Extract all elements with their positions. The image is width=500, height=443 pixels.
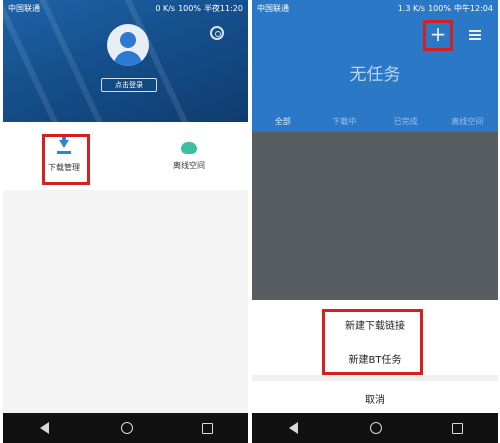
back-button[interactable]	[287, 421, 301, 435]
recent-apps-button[interactable]	[202, 422, 214, 434]
tab-offline-space[interactable]: 离线空间	[437, 112, 499, 132]
cancel-option[interactable]: 取消	[252, 391, 498, 406]
carrier-label: 中国联通	[8, 3, 40, 13]
carrier-label: 中国联通	[257, 3, 289, 13]
tab-completed[interactable]: 已完成	[375, 112, 437, 132]
back-icon	[40, 422, 50, 434]
left-screen: 中国联通 0 K/s 100% 半夜11:20 点击登录 下载管理 离线空间	[3, 0, 248, 443]
highlight-box	[42, 134, 90, 185]
avatar-body	[114, 51, 142, 66]
offline-space-item[interactable]: 离线空间	[139, 122, 239, 190]
status-bar: 中国联通 0 K/s 100% 半夜11:20	[3, 0, 248, 16]
task-tabs: 全部 下载中 已完成 离线空间	[252, 112, 498, 132]
network-speed: 0 K/s	[155, 3, 176, 13]
navigation-bar	[252, 413, 498, 443]
avatar-head	[120, 32, 136, 48]
feature-menu: 下载管理 离线空间	[3, 122, 248, 190]
recent-apps-button[interactable]	[452, 422, 464, 434]
tab-downloading[interactable]: 下载中	[314, 112, 376, 132]
settings-icon[interactable]	[210, 26, 224, 40]
network-speed: 1.3 K/s	[397, 3, 426, 13]
clock: 中午12:04	[453, 3, 493, 13]
login-button[interactable]: 点击登录	[101, 78, 157, 92]
navigation-bar	[3, 413, 248, 443]
right-screen: 中国联通 1.3 K/s 100% 中午12:04 + 无任务 全部 下载中 已…	[252, 0, 498, 443]
back-icon	[289, 422, 299, 434]
empty-state-title: 无任务	[349, 65, 401, 85]
home-button[interactable]	[120, 422, 133, 434]
status-bar: 中国联通 1.3 K/s 100% 中午12:04	[252, 0, 498, 16]
sheet-divider	[252, 375, 498, 381]
battery-level: 100%	[178, 3, 201, 13]
battery-level: 100%	[428, 3, 451, 13]
back-button[interactable]	[38, 421, 52, 435]
offline-space-label: 离线空间	[173, 160, 205, 170]
clock: 半夜11:20	[203, 3, 243, 13]
dim-overlay[interactable]	[252, 132, 498, 300]
highlight-box	[423, 20, 453, 51]
tab-all[interactable]: 全部	[252, 112, 314, 132]
avatar[interactable]	[107, 24, 149, 66]
cloud-icon	[181, 141, 197, 154]
list-icon[interactable]	[469, 30, 481, 40]
highlight-box	[322, 309, 423, 375]
home-button[interactable]	[370, 422, 383, 434]
decorative-stripe	[29, 0, 103, 122]
